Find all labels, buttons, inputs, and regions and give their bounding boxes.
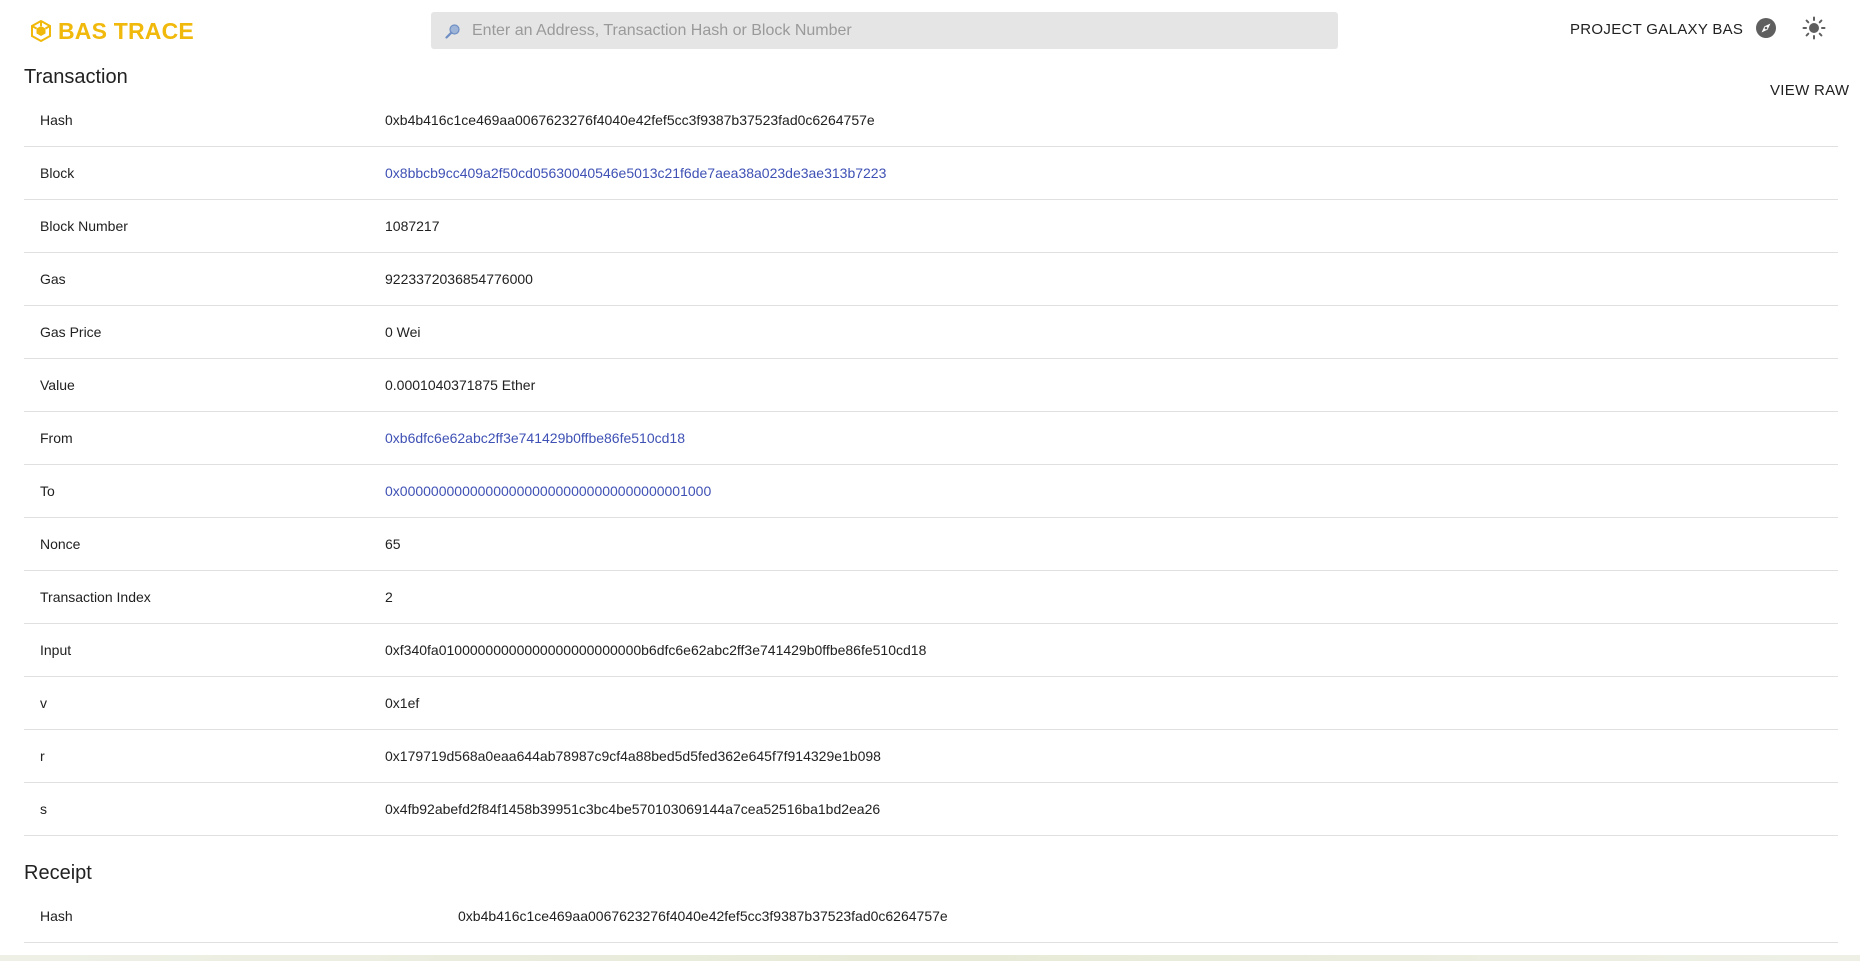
row-value: 0 Wei — [385, 305, 1838, 359]
table-row: r 0x179719d568a0eaa644ab78987c9cf4a88bed… — [24, 729, 1838, 783]
row-value: 0x179719d568a0eaa644ab78987c9cf4a88bed5d… — [385, 729, 1838, 783]
search-icon — [444, 22, 462, 40]
row-value: 1087217 — [385, 199, 1838, 253]
row-label: Gas Price — [24, 305, 385, 359]
receipt-details-table: Hash 0xb4b416c1ce469aa0067623276f4040e42… — [24, 890, 1838, 943]
row-label: Block Number — [24, 199, 385, 253]
row-value: 0x1ef — [385, 676, 1838, 730]
table-row: Gas Price 0 Wei — [24, 305, 1838, 359]
row-value: 65 — [385, 517, 1838, 571]
row-label: Gas — [24, 252, 385, 306]
row-value: 0.0001040371875 Ether — [385, 358, 1838, 412]
row-value: 0x8bbcb9cc409a2f50cd05630040546e5013c21f… — [385, 146, 1838, 200]
to-address-link[interactable]: 0x00000000000000000000000000000000000010… — [385, 483, 711, 499]
row-label: v — [24, 676, 385, 730]
search-input[interactable] — [470, 14, 1334, 47]
row-label: Transaction Index — [24, 570, 385, 624]
receipt-section-title: Receipt — [24, 862, 92, 884]
row-value: 2 — [385, 570, 1838, 624]
row-value: 0xf340fa01000000000000000000000000b6dfc6… — [385, 623, 1838, 677]
row-value: 0xb6dfc6e62abc2ff3e741429b0ffbe86fe510cd… — [385, 411, 1838, 465]
table-row: Gas 9223372036854776000 — [24, 252, 1838, 306]
search-bar[interactable] — [431, 12, 1338, 49]
row-value: 0x00000000000000000000000000000000000010… — [385, 464, 1838, 518]
logo[interactable]: BAS TRACE — [30, 18, 194, 44]
row-label: Hash — [24, 890, 458, 943]
logo-text: BAS TRACE — [58, 17, 194, 44]
page-bottom-edge — [0, 955, 1860, 961]
table-row: s 0x4fb92abefd2f84f1458b39951c3bc4be5701… — [24, 782, 1838, 836]
table-row: Transaction Index 2 — [24, 570, 1838, 624]
table-row: From 0xb6dfc6e62abc2ff3e741429b0ffbe86fe… — [24, 411, 1838, 465]
row-label: Value — [24, 358, 385, 412]
block-hash-link[interactable]: 0x8bbcb9cc409a2f50cd05630040546e5013c21f… — [385, 165, 886, 181]
compass-icon — [1755, 17, 1777, 44]
row-value: 0x4fb92abefd2f84f1458b39951c3bc4be570103… — [385, 782, 1838, 836]
row-label: s — [24, 782, 385, 836]
transaction-section-title: Transaction — [24, 66, 128, 88]
row-label: Nonce — [24, 517, 385, 571]
sun-icon — [1802, 16, 1826, 45]
from-address-link[interactable]: 0xb6dfc6e62abc2ff3e741429b0ffbe86fe510cd… — [385, 430, 685, 446]
table-row: Block Number 1087217 — [24, 199, 1838, 253]
theme-toggle-button[interactable] — [1802, 16, 1826, 45]
row-label: Hash — [24, 94, 385, 147]
table-row: Hash 0xb4b416c1ce469aa0067623276f4040e42… — [24, 890, 1838, 943]
table-row: Block 0x8bbcb9cc409a2f50cd05630040546e50… — [24, 146, 1838, 200]
row-label: Block — [24, 146, 385, 200]
table-row: Value 0.0001040371875 Ether — [24, 358, 1838, 412]
project-galaxy-bas-link[interactable]: PROJECT GALAXY BAS — [1570, 21, 1743, 38]
row-label: To — [24, 464, 385, 518]
transaction-details-table: Hash 0xb4b416c1ce469aa0067623276f4040e42… — [24, 94, 1838, 836]
row-value: 0xb4b416c1ce469aa0067623276f4040e42fef5c… — [458, 890, 1838, 943]
table-row: Nonce 65 — [24, 517, 1838, 571]
row-label: From — [24, 411, 385, 465]
row-value: 9223372036854776000 — [385, 252, 1838, 306]
row-label: r — [24, 729, 385, 783]
row-value: 0xb4b416c1ce469aa0067623276f4040e42fef5c… — [385, 94, 1838, 147]
top-bar: BAS TRACE PROJECT GALAXY BAS — [0, 0, 1860, 60]
table-row: v 0x1ef — [24, 676, 1838, 730]
page: BAS TRACE PROJECT GALAXY BAS — [0, 0, 1860, 961]
table-row: Hash 0xb4b416c1ce469aa0067623276f4040e42… — [24, 94, 1838, 147]
explore-button[interactable] — [1754, 17, 1778, 44]
cube-logo-icon — [30, 20, 52, 42]
table-row: Input 0xf340fa01000000000000000000000000… — [24, 623, 1838, 677]
row-label: Input — [24, 623, 385, 677]
table-row: To 0x00000000000000000000000000000000000… — [24, 464, 1838, 518]
